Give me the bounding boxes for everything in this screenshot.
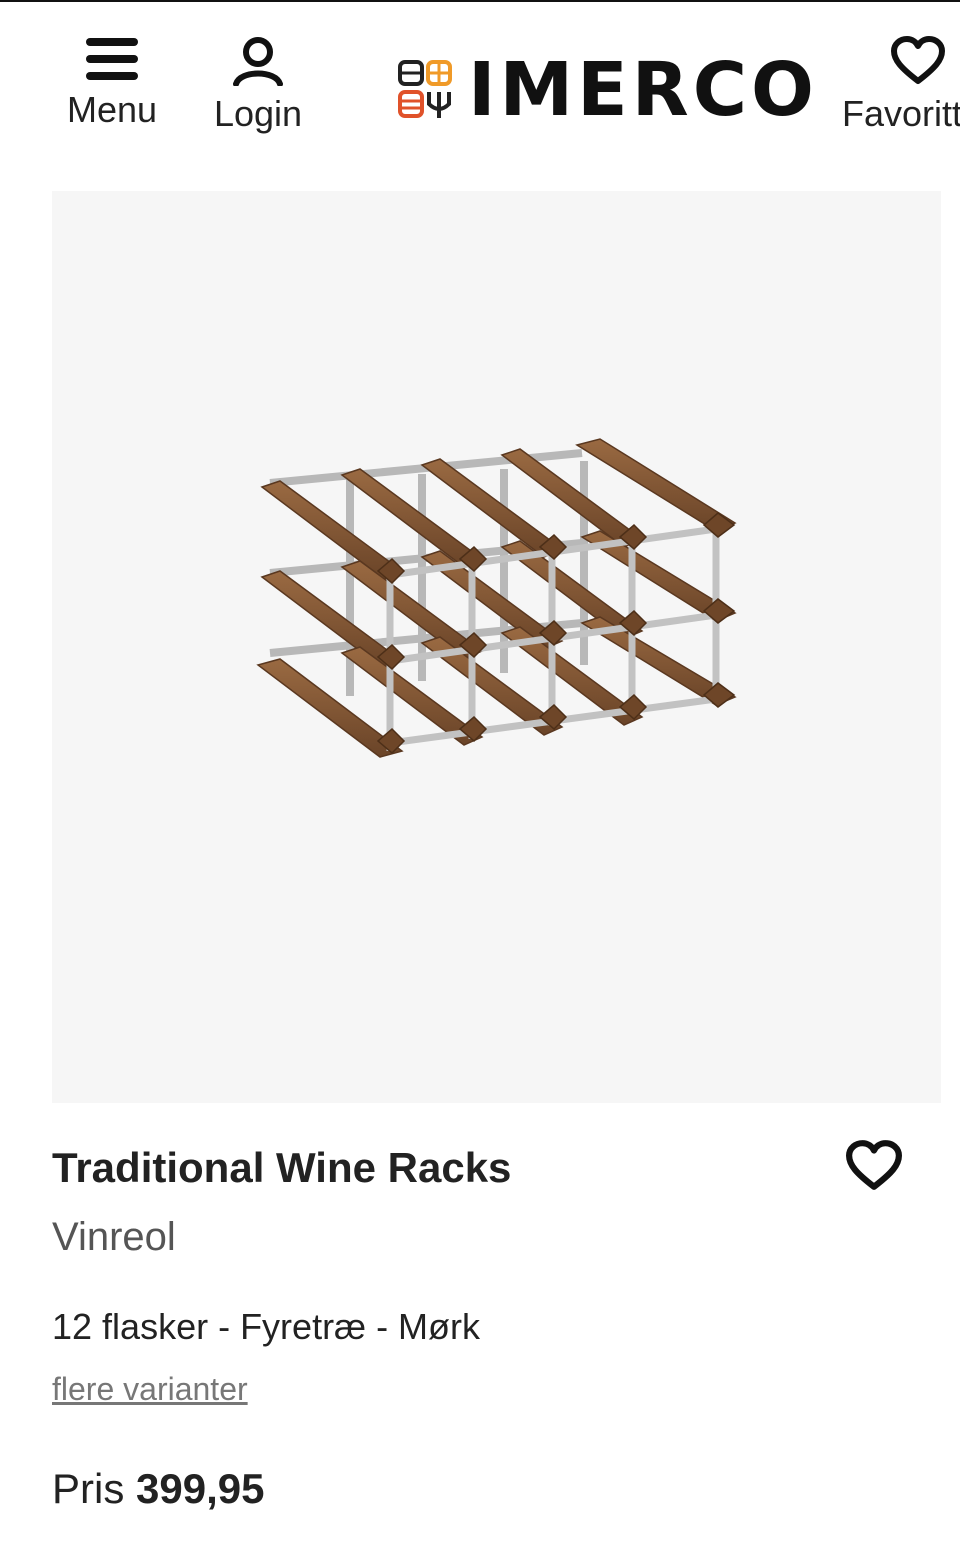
price-label: Pris	[52, 1465, 125, 1512]
favorites-button[interactable]: Favoritter	[842, 36, 960, 136]
price-amount: 399,95	[136, 1465, 265, 1512]
login-button[interactable]: Login	[208, 36, 308, 136]
add-to-favorites-button[interactable]	[846, 1140, 906, 1196]
login-label: Login	[213, 93, 303, 134]
menu-label: Menu	[66, 89, 158, 130]
product-type: Vinreol	[52, 1215, 176, 1259]
product-title: Traditional Wine Racks	[52, 1144, 512, 1191]
site-header: Menu Login IMERCO Favoritter	[0, 2, 960, 162]
more-variants-link[interactable]: flere varianter	[52, 1368, 248, 1410]
heart-icon	[846, 1140, 902, 1190]
logo-text: IMERCO	[468, 47, 818, 133]
product-price: Pris 399,95	[52, 1462, 264, 1516]
favorites-label: Favoritter	[841, 93, 960, 134]
product-image[interactable]	[52, 191, 941, 1103]
wine-rack-image	[256, 438, 737, 758]
logo-grid-icon	[398, 60, 452, 118]
user-icon	[233, 37, 283, 86]
heart-icon	[891, 36, 945, 84]
product-variant: 12 flasker - Fyretræ - Mørk	[52, 1306, 481, 1347]
site-logo[interactable]: IMERCO	[398, 47, 818, 133]
menu-icon	[86, 38, 138, 80]
menu-button[interactable]: Menu	[62, 36, 162, 132]
